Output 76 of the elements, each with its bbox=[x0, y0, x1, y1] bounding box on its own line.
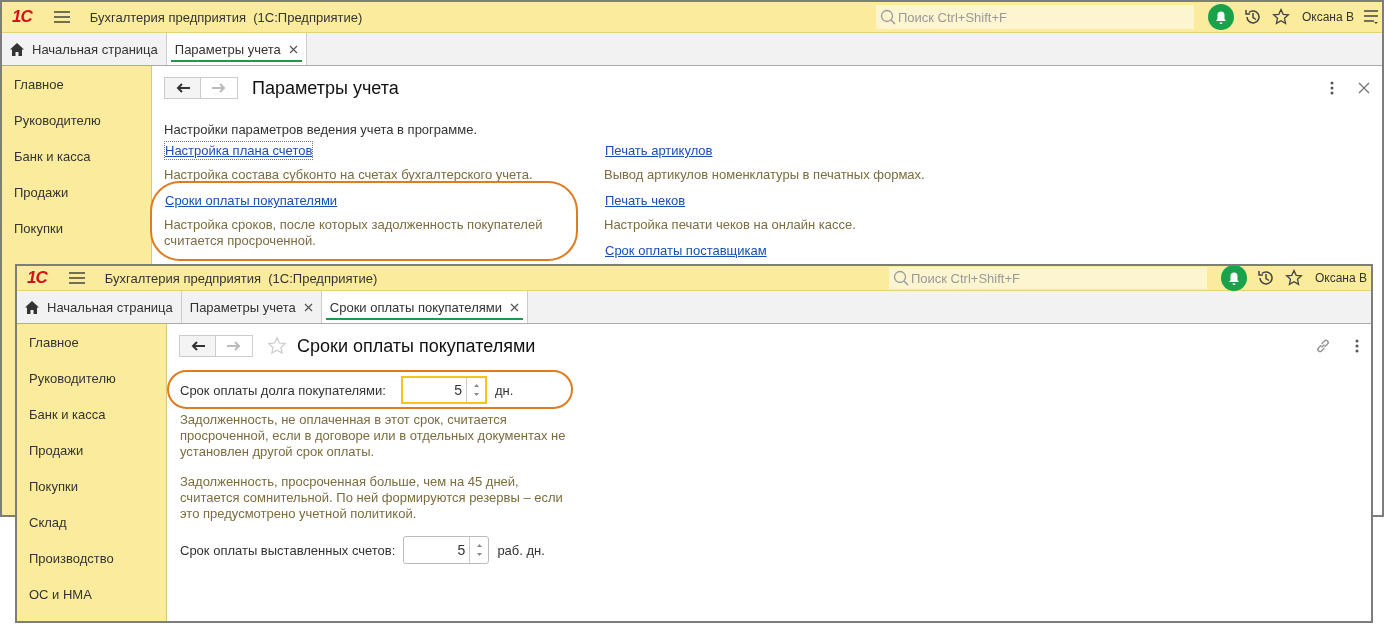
sidebar-item[interactable]: Продажи bbox=[29, 442, 154, 459]
tab[interactable]: Сроки оплаты покупателями bbox=[321, 291, 528, 323]
arrow-right-icon bbox=[212, 83, 226, 93]
number-field[interactable]: 5 bbox=[401, 376, 487, 404]
intro-text: Настройки параметров ведения учета в программе. bbox=[164, 122, 479, 137]
field-label: Срок оплаты выставленных счетов: bbox=[180, 542, 396, 558]
sidebar-item[interactable]: Производство bbox=[29, 550, 154, 567]
sidebar-item[interactable]: Продажи bbox=[14, 184, 139, 201]
logo: 1С bbox=[12, 7, 32, 27]
page-title: Параметры учета bbox=[252, 77, 399, 99]
sidebar-item[interactable]: Склад bbox=[29, 514, 154, 531]
sidebar-item[interactable]: Руководителю bbox=[14, 112, 139, 129]
close-icon[interactable] bbox=[509, 302, 519, 312]
link-description: Настройка состава субконто на счетах бухгалтерского учета. bbox=[164, 167, 534, 183]
settings-link[interactable]: Печать артикулов bbox=[604, 141, 714, 160]
unit-label: раб. дн. bbox=[497, 542, 545, 558]
more-icon[interactable] bbox=[1330, 81, 1334, 95]
page-title: Сроки оплаты покупателями bbox=[297, 335, 536, 357]
search-field[interactable]: Поиск Ctrl+Shift+F bbox=[875, 5, 1194, 29]
logo: 1С bbox=[27, 268, 47, 288]
home-icon bbox=[25, 300, 39, 314]
spin-down-icon[interactable] bbox=[476, 553, 482, 557]
spin-down-icon[interactable] bbox=[473, 393, 479, 396]
spin-up-icon[interactable] bbox=[473, 384, 479, 387]
search-icon bbox=[892, 270, 909, 286]
arrow-right-icon bbox=[227, 341, 241, 351]
link-description: Настройка сроков, после которых задолженность покупателей считается просроченной. bbox=[164, 217, 544, 249]
tab[interactable]: Начальная страница bbox=[17, 291, 182, 323]
sidebar-item[interactable]: Покупки bbox=[29, 478, 154, 495]
sidebar-item[interactable]: Главное bbox=[14, 76, 139, 93]
sidebar-item[interactable]: ОС и НМА bbox=[29, 586, 154, 603]
spin-up-icon[interactable] bbox=[476, 543, 482, 547]
sidebar-item[interactable]: Покупки bbox=[14, 220, 139, 237]
app-title: Бухгалтерия предприятия (1С:Предприятие) bbox=[89, 9, 363, 25]
back-button[interactable] bbox=[164, 77, 201, 99]
menu-icon[interactable] bbox=[1364, 9, 1378, 25]
history-icon[interactable] bbox=[1256, 269, 1275, 287]
search-field[interactable]: Поиск Ctrl+Shift+F bbox=[888, 267, 1207, 289]
sidebar-item[interactable]: Банк и касса bbox=[14, 148, 139, 165]
back-button[interactable] bbox=[179, 335, 216, 357]
note-text: Задолженность, не оплаченная в этот срок, считается просроченной, если в договоре или в отдельных документах не установлен другой срок оплаты. bbox=[180, 412, 567, 460]
settings-link[interactable]: Сроки оплаты покупателями bbox=[164, 191, 339, 210]
arrow-left-icon bbox=[190, 341, 205, 351]
link-description: Вывод артикулов номенклатуры в печатных формах. bbox=[604, 167, 926, 183]
number-field[interactable]: 5 bbox=[403, 536, 490, 564]
arrow-left-icon bbox=[175, 83, 190, 93]
user-name[interactable]: Оксана В bbox=[1314, 271, 1367, 285]
tab[interactable]: Параметры учета bbox=[181, 291, 322, 323]
link-description: Настройка печати чеков на онлайн кассе. bbox=[604, 217, 857, 233]
sidebar-item[interactable]: Руководителю bbox=[29, 370, 154, 387]
close-icon[interactable] bbox=[1358, 82, 1370, 94]
close-icon[interactable] bbox=[288, 44, 298, 54]
sidebar-item[interactable]: Банк и касса bbox=[29, 406, 154, 423]
bell-icon[interactable] bbox=[1220, 266, 1247, 291]
unit-label: дн. bbox=[495, 382, 514, 398]
settings-link[interactable]: Печать чеков bbox=[604, 191, 687, 210]
app-title: Бухгалтерия предприятия (1С:Предприятие) bbox=[104, 270, 378, 286]
home-icon bbox=[10, 42, 24, 56]
history-icon[interactable] bbox=[1243, 8, 1262, 26]
search-icon bbox=[879, 9, 896, 25]
close-icon[interactable] bbox=[303, 302, 313, 312]
star-icon[interactable] bbox=[1271, 8, 1290, 26]
link-icon[interactable] bbox=[1315, 338, 1331, 354]
sidebar-item[interactable]: Главное bbox=[29, 334, 154, 351]
user-name[interactable]: Оксана В bbox=[1301, 10, 1354, 24]
bell-icon[interactable] bbox=[1207, 4, 1234, 30]
tab[interactable]: Начальная страница bbox=[2, 33, 167, 65]
settings-link[interactable]: Срок оплаты поставщикам bbox=[604, 241, 768, 260]
menu-icon[interactable] bbox=[53, 11, 70, 23]
field-label: Срок оплаты долга покупателями: bbox=[180, 382, 387, 398]
star-icon[interactable] bbox=[1284, 269, 1303, 287]
tab[interactable]: Параметры учета bbox=[166, 33, 307, 65]
more-icon[interactable] bbox=[1355, 339, 1359, 353]
note-text: Задолженность, просроченная больше, чем на 45 дней, считается сомнительной. По ней формируются резервы – если это предусмотрено учетной политикой. bbox=[180, 474, 564, 522]
settings-link[interactable]: Настройка плана счетов bbox=[164, 141, 314, 160]
menu-icon[interactable] bbox=[68, 272, 85, 284]
